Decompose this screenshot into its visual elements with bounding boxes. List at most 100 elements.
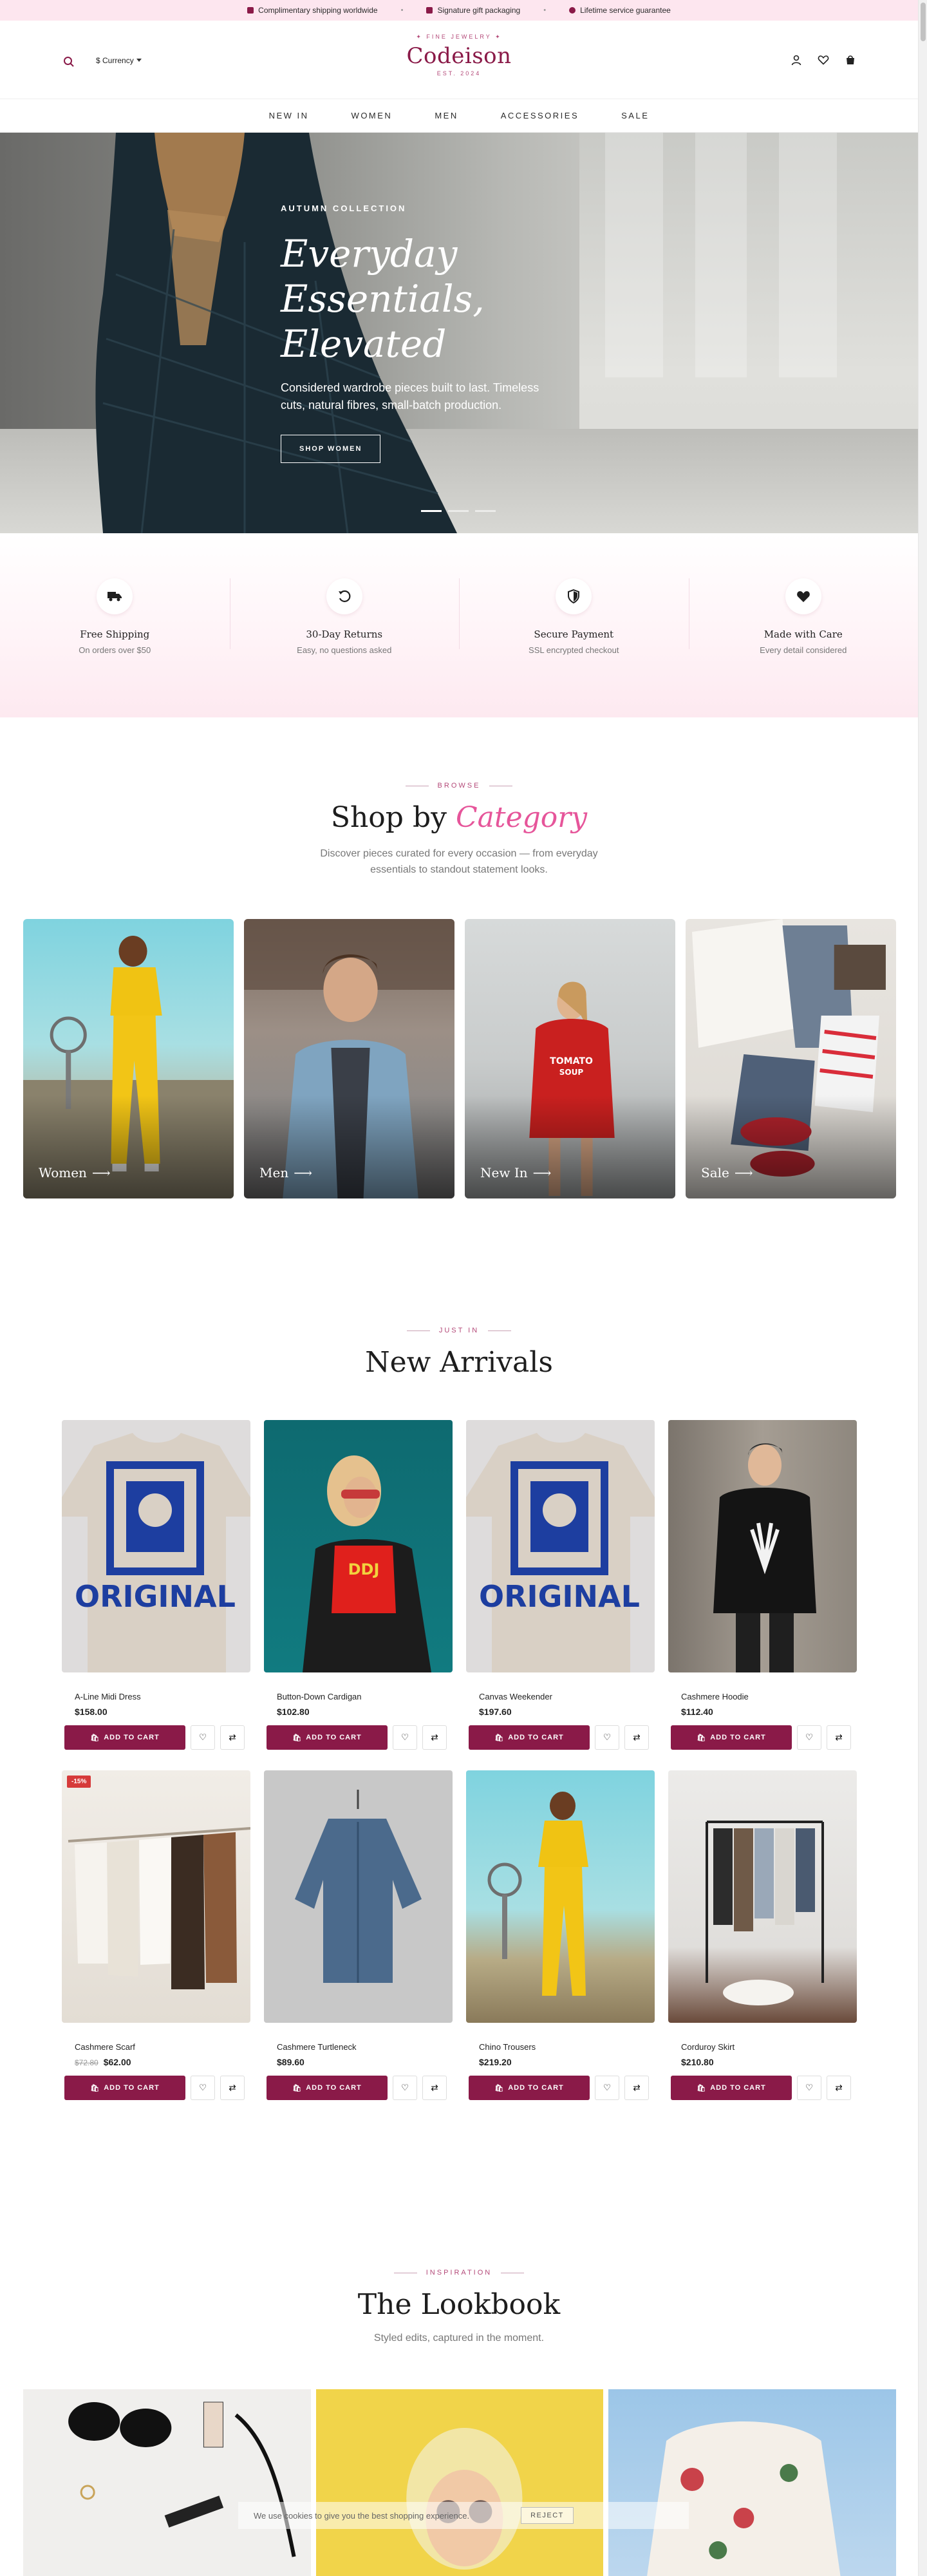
compare-button[interactable]: ⇄ <box>624 2076 649 2100</box>
add-to-cart-button[interactable]: 🛍 ADD TO CART <box>64 1725 185 1750</box>
slider-dot[interactable] <box>421 510 442 512</box>
wishlist-button[interactable]: ♡ <box>393 2076 417 2100</box>
add-to-cart-button[interactable]: 🛍 ADD TO CART <box>671 2076 792 2100</box>
compare-button[interactable]: ⇄ <box>827 2076 851 2100</box>
feature-icon-wrap <box>785 578 821 614</box>
product-image[interactable]: -15% <box>62 1770 250 2023</box>
product-name[interactable]: Canvas Weekender <box>479 1692 655 1701</box>
search-icon[interactable] <box>63 56 75 68</box>
category-card-women[interactable]: Women ⟶ <box>23 919 234 1198</box>
header-actions <box>791 54 856 66</box>
compare-button[interactable]: ⇄ <box>220 2076 245 2100</box>
add-to-cart-button[interactable]: 🛍 ADD TO CART <box>64 2076 185 2100</box>
product-image[interactable] <box>668 1770 857 2023</box>
bag-icon: 🛍 <box>697 1734 707 1742</box>
category-label: New In ⟶ <box>480 1165 551 1180</box>
add-to-cart-button[interactable]: 🛍 ADD TO CART <box>671 1725 792 1750</box>
logo[interactable]: ✦ FINE JEWELRY ✦ Codeison EST. 2024 <box>362 33 556 77</box>
nav-item-accessories[interactable]: ACCESSORIES <box>501 111 579 120</box>
hero-background <box>779 133 837 377</box>
currency-selector[interactable]: $ Currency <box>96 56 142 65</box>
compare-button[interactable]: ⇄ <box>827 1725 851 1750</box>
add-to-cart-label: ADD TO CART <box>306 2084 362 2092</box>
heart-icon[interactable] <box>818 54 829 66</box>
product-image[interactable] <box>668 1420 857 1672</box>
wishlist-button[interactable]: ♡ <box>595 2076 619 2100</box>
wishlist-button[interactable]: ♡ <box>797 2076 821 2100</box>
announcement-item: Lifetime service guarantee <box>569 6 671 15</box>
announcement-item: Signature gift packaging <box>426 6 520 15</box>
product-image[interactable]: DDJ <box>264 1420 453 1672</box>
shop-women-button[interactable]: SHOP WOMEN <box>281 435 381 463</box>
user-icon[interactable] <box>791 54 802 66</box>
truck-icon <box>108 592 122 601</box>
compare-button[interactable]: ⇄ <box>422 2076 447 2100</box>
wishlist-button[interactable]: ♡ <box>595 1725 619 1750</box>
nav-item-new-in[interactable]: NEW IN <box>269 111 309 120</box>
section-eyebrow: BROWSE <box>0 782 918 790</box>
lookbook-card[interactable] <box>315 2389 604 2576</box>
wishlist-button[interactable]: ♡ <box>191 2076 215 2100</box>
product-image[interactable]: ORIGINAL <box>466 1420 655 1672</box>
lookbook-card[interactable] <box>608 2389 897 2576</box>
product-actions: 🛍 ADD TO CART ♡ ⇄ <box>671 2076 857 2100</box>
bag-icon: 🛍 <box>292 1734 303 1742</box>
product-name[interactable]: Cashmere Scarf <box>75 2042 250 2052</box>
product-price: $158.00 <box>75 1707 108 1717</box>
product-name[interactable]: Button-Down Cardigan <box>277 1692 453 1701</box>
nav-item-sale[interactable]: SALE <box>621 111 649 120</box>
category-card-men[interactable]: Men ⟶ <box>244 919 454 1198</box>
add-to-cart-button[interactable]: 🛍 ADD TO CART <box>267 2076 388 2100</box>
product-card: -15% Cashmere Scarf $72.80 $62.00 🛍 ADD TO… <box>62 1770 250 2100</box>
add-to-cart-button[interactable]: 🛍 ADD TO CART <box>267 1725 388 1750</box>
compare-icon: ⇄ <box>431 1732 438 1742</box>
category-card-sale[interactable]: Sale ⟶ <box>686 919 896 1198</box>
add-to-cart-button[interactable]: 🛍 ADD TO CART <box>469 1725 590 1750</box>
product-name[interactable]: Cashmere Hoodie <box>681 1692 857 1701</box>
product-name[interactable]: Corduroy Skirt <box>681 2042 857 2052</box>
product-name[interactable]: Cashmere Turtleneck <box>277 2042 453 2052</box>
nav-item-women[interactable]: WOMEN <box>351 111 393 120</box>
category-image <box>692 919 886 1177</box>
compare-button[interactable]: ⇄ <box>422 1725 447 1750</box>
bag-icon: 🛍 <box>494 1734 505 1742</box>
scrollbar-thumb[interactable] <box>921 3 926 41</box>
feature-item: Made with Care Every detail considered <box>688 533 919 717</box>
compare-icon: ⇄ <box>229 1732 236 1742</box>
site-header: $ Currency ✦ FINE JEWELRY ✦ Codeison EST… <box>0 21 918 99</box>
category-card-new-in[interactable]: TOMATO SOUP New In ⟶ <box>465 919 675 1198</box>
section-title-plain: Shop by <box>330 801 447 834</box>
product-actions: 🛍 ADD TO CART ♡ ⇄ <box>469 1725 655 1750</box>
add-to-cart-button[interactable]: 🛍 ADD TO CART <box>469 2076 590 2100</box>
compare-icon: ⇄ <box>633 1732 641 1742</box>
nav-item-men[interactable]: MEN <box>435 111 458 120</box>
wishlist-button[interactable]: ♡ <box>191 1725 215 1750</box>
wishlist-button[interactable]: ♡ <box>393 1725 417 1750</box>
scrollbar[interactable] <box>918 0 927 2576</box>
hero-title-line: Essentials, <box>281 277 485 321</box>
guarantee-icon <box>569 7 576 14</box>
svg-text:DDJ: DDJ <box>348 1560 380 1578</box>
product-name[interactable]: Chino Trousers <box>479 2042 655 2052</box>
section-eyebrow: INSPIRATION <box>0 2269 918 2277</box>
cookie-reject-button[interactable]: REJECT <box>521 2507 574 2524</box>
product-image[interactable] <box>264 1770 453 2023</box>
compare-button[interactable]: ⇄ <box>220 1725 245 1750</box>
wishlist-button[interactable]: ♡ <box>797 1725 821 1750</box>
section-description: Discover pieces curated for every occasi… <box>320 848 598 875</box>
product-image[interactable]: ORIGINAL <box>62 1420 250 1672</box>
lookbook-card[interactable] <box>23 2389 311 2576</box>
product-name[interactable]: A-Line Midi Dress <box>75 1692 250 1701</box>
announcement-text: Signature gift packaging <box>437 6 521 15</box>
slider-dot[interactable] <box>448 510 469 512</box>
product-image[interactable] <box>466 1770 655 2023</box>
product-card: Cashmere Turtleneck $89.60 🛍 ADD TO CART … <box>264 1770 453 2100</box>
compare-icon: ⇄ <box>835 2083 843 2092</box>
slider-dot[interactable] <box>475 510 496 512</box>
bag-icon[interactable] <box>845 54 856 66</box>
product-actions: 🛍 ADD TO CART ♡ ⇄ <box>64 2076 250 2100</box>
section-title: The Lookbook <box>357 2288 561 2321</box>
compare-button[interactable]: ⇄ <box>624 1725 649 1750</box>
announcement-item: Complimentary shipping worldwide <box>247 6 378 15</box>
product-card: DDJ Button-Down Cardigan $102.80 🛍 ADD TO… <box>264 1420 453 1750</box>
